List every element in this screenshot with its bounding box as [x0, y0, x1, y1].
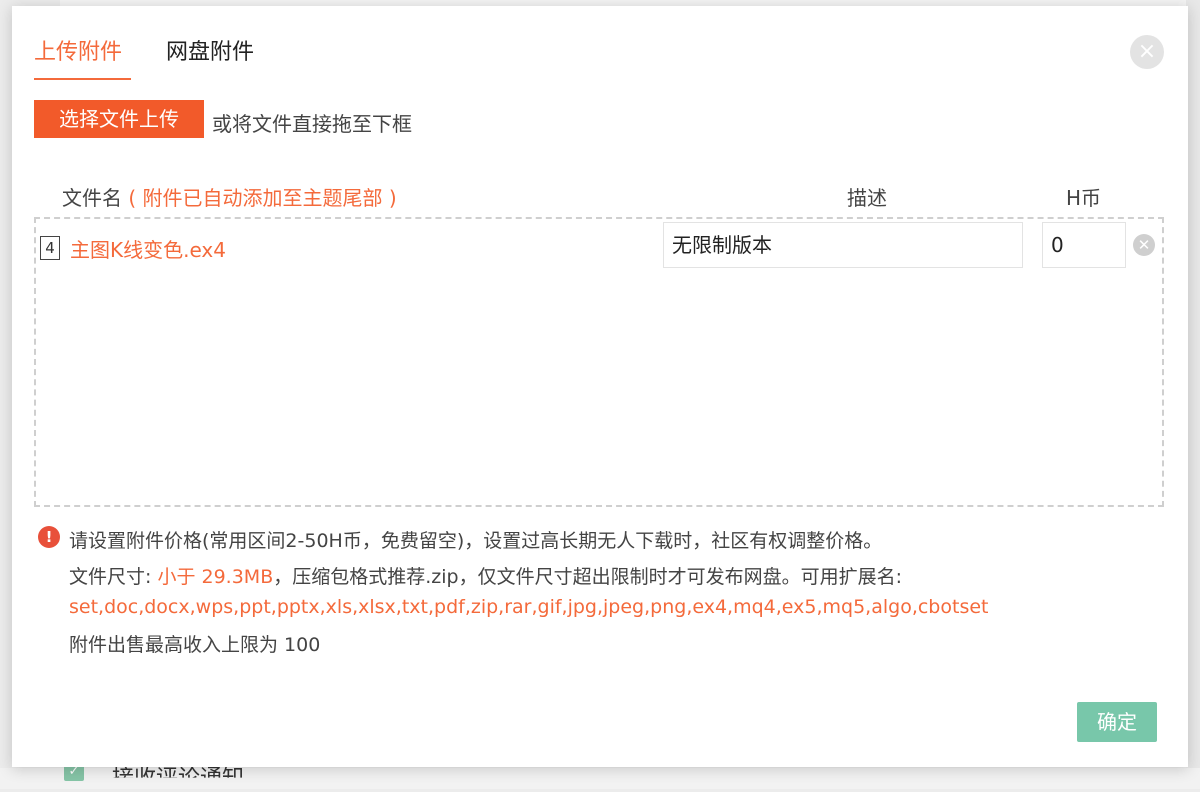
notice-price-hint: 请设置附件价格(常用区间2-50H币，免费留空)，设置过高长期无人下载时，社区有…: [69, 530, 883, 552]
notice-file-size-limit: 小于 29.3MB: [157, 566, 274, 588]
attachment-dialog: 上传附件 网盘附件 × 选择文件上传 或将文件直接拖至下框 文件名 ( 附件已自…: [12, 6, 1188, 767]
warning-icon: !: [38, 526, 60, 548]
select-file-upload-button[interactable]: 选择文件上传: [34, 100, 204, 138]
column-header-coin: H币: [1066, 186, 1102, 210]
attachment-coin-price-input[interactable]: [1042, 222, 1126, 268]
background-page-edge: [1186, 0, 1200, 789]
notice-file-size-prefix: 文件尺寸:: [69, 566, 158, 588]
column-header-filename-label: 文件名: [62, 186, 122, 210]
drag-drop-hint: 或将文件直接拖至下框: [212, 112, 412, 136]
column-header-filename-note: ( 附件已自动添加至主题尾部 ): [128, 186, 397, 210]
close-icon[interactable]: ×: [1130, 35, 1164, 69]
notice-income-limit: 附件出售最高收入上限为 100: [69, 634, 321, 656]
file-type-icon: 4: [40, 236, 60, 260]
tab-cloud-disk-attachment[interactable]: 网盘附件: [166, 34, 254, 66]
tab-upload-attachment[interactable]: 上传附件: [34, 34, 122, 66]
attachment-file-name[interactable]: 主图K线变色.ex4: [70, 234, 226, 263]
notice-file-size-hint: 文件尺寸: 小于 29.3MB，压缩包格式推荐.zip，仅文件尺寸超出限制时才可…: [69, 562, 902, 589]
attachment-description-input[interactable]: [663, 222, 1023, 268]
confirm-button[interactable]: 确定: [1077, 702, 1157, 742]
column-header-filename: 文件名 ( 附件已自动添加至主题尾部 ): [62, 182, 397, 211]
column-header-description: 描述: [847, 186, 887, 210]
notice-allowed-extensions: set,doc,docx,wps,ppt,pptx,xls,xlsx,txt,p…: [69, 596, 989, 618]
notice-file-size-suffix: ，压缩包格式推荐.zip，仅文件尺寸超出限制时才可发布网盘。可用扩展名:: [273, 566, 902, 588]
remove-attachment-icon[interactable]: ✕: [1133, 234, 1155, 256]
active-tab-indicator: [34, 78, 131, 80]
